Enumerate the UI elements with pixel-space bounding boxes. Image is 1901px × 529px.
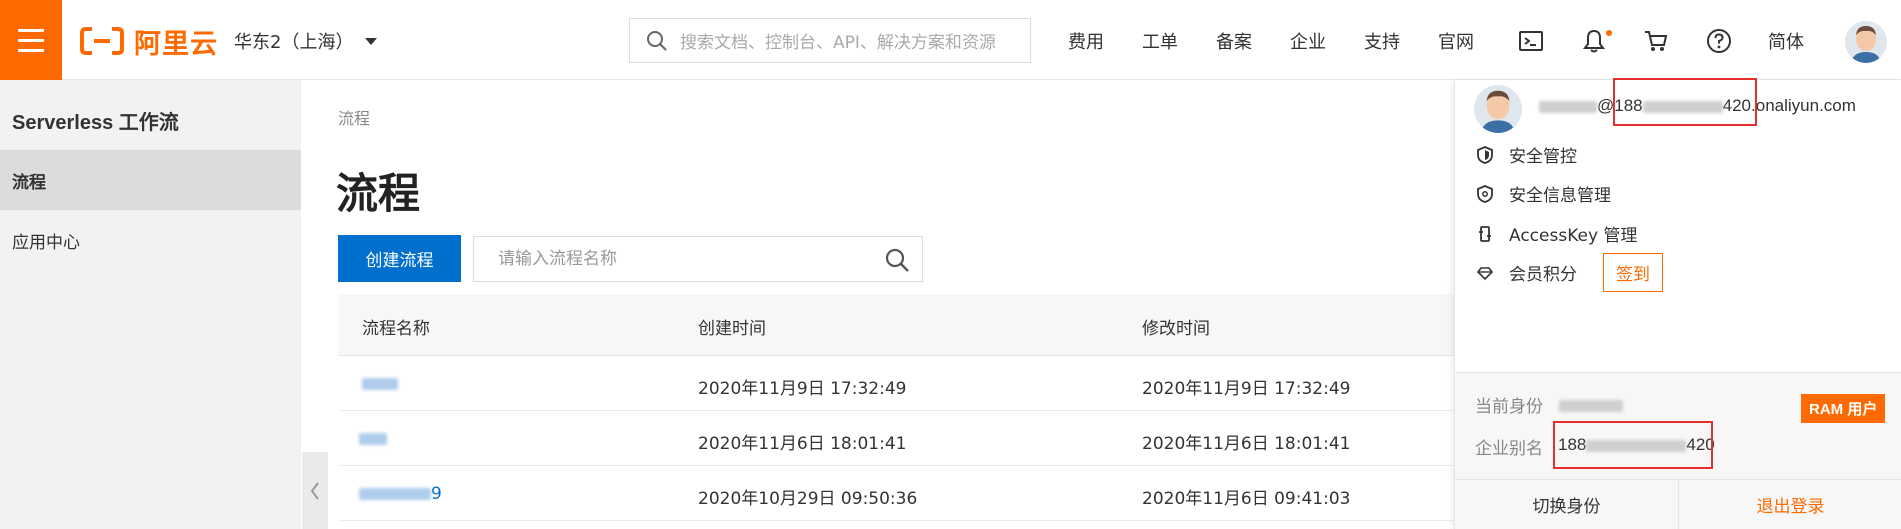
bell-icon[interactable] xyxy=(1581,28,1607,54)
diamond-icon xyxy=(1477,266,1493,280)
menu-label: 会员积分 xyxy=(1509,265,1577,285)
account-domain: .onaliyun.com xyxy=(1751,96,1856,115)
table-header: 流程名称 创建时间 修改时间 xyxy=(338,294,1458,356)
cart-icon[interactable] xyxy=(1643,28,1669,54)
sidebar: Serverless 工作流 流程 应用中心 xyxy=(0,80,301,529)
region-label: 华东2（上海） xyxy=(234,32,354,53)
nav-official-site[interactable]: 官网 xyxy=(1438,28,1474,54)
aliyun-logo[interactable]: 阿里云 xyxy=(80,24,218,60)
sidebar-title: Serverless 工作流 xyxy=(12,112,179,134)
aliyun-logo-mark-icon xyxy=(80,27,124,55)
flow-table: 流程名称 创建时间 修改时间 2020年11月9日 17:32:49 2020年… xyxy=(338,294,1458,521)
menu-label: 安全管控 xyxy=(1509,147,1577,167)
modified-time: 2020年11月6日 09:41:03 xyxy=(1142,489,1351,509)
nav-icp[interactable]: 备案 xyxy=(1216,28,1252,54)
modified-time: 2020年11月9日 17:32:49 xyxy=(1142,379,1351,399)
page-title: 流程 xyxy=(336,169,421,218)
caret-down-icon xyxy=(365,37,378,45)
ram-user-badge: RAM 用户 xyxy=(1801,394,1886,423)
column-header-modified: 修改时间 xyxy=(1142,319,1210,339)
sidebar-collapse-toggle[interactable] xyxy=(302,452,328,529)
flow-name-link[interactable] xyxy=(362,374,398,394)
created-time: 2020年11月6日 18:01:41 xyxy=(698,434,907,454)
table-row: 2020年11月6日 18:01:41 2020年11月6日 18:01:41 xyxy=(338,411,1458,466)
user-avatar[interactable] xyxy=(1845,21,1887,63)
help-icon[interactable] xyxy=(1706,28,1732,54)
logout-button[interactable]: 退出登录 xyxy=(1679,480,1901,529)
logo-text: 阿里云 xyxy=(134,28,218,60)
shield-icon xyxy=(1477,145,1493,164)
avatar-icon xyxy=(1474,85,1522,133)
user-dropdown-panel: @188 420.onaliyun.com 安全管控 安全信息管理 AccessK… xyxy=(1454,78,1901,529)
flow-name-link[interactable]: 9 xyxy=(359,484,442,504)
search-placeholder: 搜索文档、控制台、API、解决方案和资源 xyxy=(680,33,996,53)
terminal-icon[interactable] xyxy=(1518,28,1544,54)
identity-label: 当前身份 xyxy=(1475,397,1543,417)
sidebar-item-app-center[interactable]: 应用中心 xyxy=(0,210,301,270)
nav-fees[interactable]: 费用 xyxy=(1068,28,1104,54)
redacted-text xyxy=(359,433,387,445)
panel-avatar xyxy=(1474,85,1522,133)
flow-search-box xyxy=(473,236,923,282)
avatar-icon xyxy=(1845,21,1887,63)
search-icon xyxy=(647,30,667,51)
nav-support[interactable]: 支持 xyxy=(1364,28,1400,54)
top-nav: 费用 工单 备案 企业 支持 官网 xyxy=(1068,28,1512,54)
sidebar-item-flows[interactable]: 流程 xyxy=(0,150,301,210)
table-row: 2020年11月9日 17:32:49 2020年11月9日 17:32:49 xyxy=(338,356,1458,411)
create-flow-button[interactable]: 创建流程 xyxy=(338,235,461,282)
flow-name-link[interactable] xyxy=(359,429,387,449)
checkin-button[interactable]: 签到 xyxy=(1603,253,1663,292)
highlight-box xyxy=(1613,78,1757,126)
switch-identity-button[interactable]: 切换身份 xyxy=(1455,480,1679,529)
created-time: 2020年10月29日 09:50:36 xyxy=(698,489,918,509)
menu-line xyxy=(18,48,44,52)
menu-line xyxy=(18,28,44,32)
menu-line xyxy=(18,38,44,42)
search-icon[interactable] xyxy=(884,247,910,273)
redacted-text xyxy=(359,488,431,500)
nav-tickets[interactable]: 工单 xyxy=(1142,28,1178,54)
account-at: @ xyxy=(1597,96,1615,115)
menu-security-info[interactable]: 安全信息管理 xyxy=(1477,181,1611,206)
sidebar-item-label: 流程 xyxy=(12,172,46,193)
panel-actions: 切换身份 退出登录 xyxy=(1455,479,1901,529)
menu-label: AccessKey 管理 xyxy=(1509,226,1638,246)
hamburger-menu-button[interactable] xyxy=(0,0,62,80)
key-icon xyxy=(1479,225,1491,242)
top-bar: 阿里云 华东2（上海） 搜索文档、控制台、API、解决方案和资源 费用 工单 备… xyxy=(0,0,1901,80)
table-row: 9 2020年10月29日 09:50:36 2020年11月6日 09:41:… xyxy=(338,466,1458,521)
redacted-text xyxy=(1559,400,1623,412)
highlight-box xyxy=(1553,421,1713,469)
global-search[interactable]: 搜索文档、控制台、API、解决方案和资源 xyxy=(629,18,1031,63)
shield-check-icon xyxy=(1477,184,1493,203)
menu-label: 安全信息管理 xyxy=(1509,186,1611,206)
menu-member-points[interactable]: 会员积分 签到 xyxy=(1477,253,1663,292)
sidebar-item-label: 应用中心 xyxy=(12,232,80,253)
nav-enterprise[interactable]: 企业 xyxy=(1290,28,1326,54)
chevron-left-icon xyxy=(310,481,319,500)
menu-security-control[interactable]: 安全管控 xyxy=(1477,142,1577,167)
notification-dot xyxy=(1606,30,1612,36)
column-header-created: 创建时间 xyxy=(698,319,766,339)
modified-time: 2020年11月6日 18:01:41 xyxy=(1142,434,1351,454)
breadcrumb[interactable]: 流程 xyxy=(338,105,370,129)
language-switch[interactable]: 简体 xyxy=(1768,28,1804,54)
alias-label: 企业别名 xyxy=(1475,439,1543,459)
flow-name-suffix: 9 xyxy=(431,484,442,504)
column-header-name: 流程名称 xyxy=(362,319,430,339)
created-time: 2020年11月9日 17:32:49 xyxy=(698,379,907,399)
menu-accesskey[interactable]: AccessKey 管理 xyxy=(1477,221,1637,246)
redacted-text xyxy=(1539,100,1597,113)
redacted-text xyxy=(362,378,398,390)
region-selector[interactable]: 华东2（上海） xyxy=(234,28,378,54)
flow-search-input[interactable] xyxy=(474,237,874,281)
